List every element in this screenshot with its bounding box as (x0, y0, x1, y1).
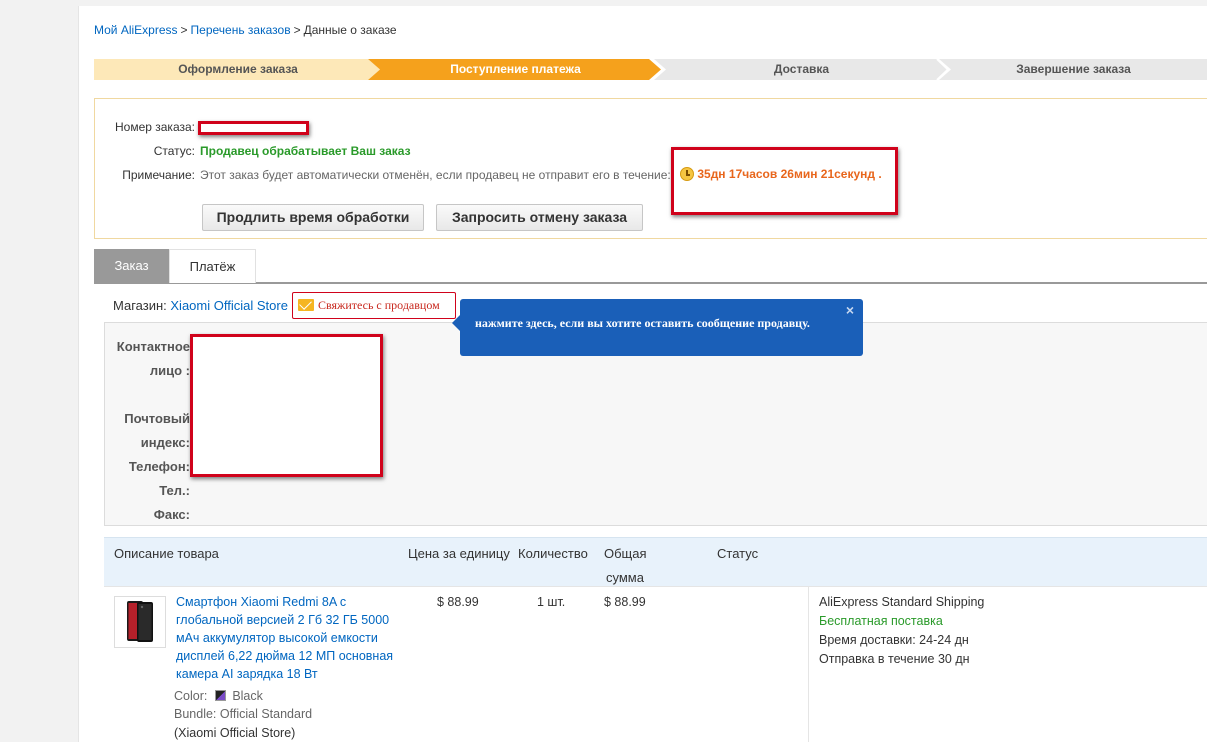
countdown-highlight (671, 147, 898, 215)
step-label: Завершение заказа (1016, 62, 1131, 76)
shipping-info: AliExpress Standard Shipping Бесплатная … (808, 587, 1207, 742)
step-label: Поступление платежа (450, 62, 581, 76)
tab-order[interactable]: Заказ (94, 249, 169, 283)
step-shipping: Доставка (654, 59, 949, 80)
contact-redaction (190, 334, 383, 477)
step-order-complete: Завершение заказа (939, 59, 1207, 80)
tooltip-arrow (452, 315, 460, 331)
clock-icon (680, 167, 694, 181)
tab-payment[interactable]: Платёж (169, 249, 256, 283)
breadcrumb-separator: > (293, 23, 301, 37)
order-number-label: Номер заказа: (114, 120, 195, 134)
breadcrumb-separator: > (180, 23, 188, 37)
contact-seller-label: Свяжитесь с продавцом (318, 298, 440, 312)
color-label: Color: (174, 689, 208, 703)
product-bundle: Bundle: Official Standard (174, 707, 312, 721)
step-order-placed: Оформление заказа (94, 59, 382, 80)
order-progress-steps: Оформление заказа Поступление платежа До… (94, 59, 1207, 80)
bundle-value: Official Standard (219, 707, 313, 721)
contact-seller-button[interactable]: Свяжитесь с продавцом (292, 292, 456, 319)
shop-label: Магазин: (113, 298, 167, 313)
header-total-1: Общая (604, 546, 647, 561)
breadcrumb-current: Данные о заказе (303, 23, 397, 37)
dispatch-value: 30 дн (937, 652, 970, 666)
order-details-page: Мой AliExpress > Перечень заказов > Данные о… (78, 6, 1207, 742)
product-row: Смартфон Xiaomi Redmi 8A с глобальной ве… (104, 586, 1207, 742)
delivery-time-label: Время доставки: (819, 633, 916, 647)
close-icon[interactable]: × (846, 302, 854, 318)
product-color: Color: Black (174, 689, 263, 703)
step-label: Оформление заказа (178, 62, 298, 76)
phone-image-icon (127, 601, 153, 642)
countdown-value: 35дн 17часов 26мин 21секунд (697, 167, 876, 181)
delivery-time-value: 24-24 дн (919, 633, 969, 647)
step-payment-received: Поступление платежа (368, 59, 663, 80)
free-shipping: Бесплатная поставка (819, 614, 943, 628)
order-tabs: Заказ Платёж (94, 249, 1207, 284)
header-unit-price: Цена за единицу (408, 546, 510, 561)
bundle-label: Bundle: (174, 707, 217, 721)
dispatch-time: Отправка в течение 30 дн (819, 652, 970, 666)
fax-label: Факс: (153, 507, 190, 522)
breadcrumb: Мой AliExpress > Перечень заказов > Данные о… (94, 23, 397, 37)
color-value: Black (232, 689, 263, 703)
contact-person-label-2: лицо : (149, 363, 190, 378)
note-label: Примечание: (122, 168, 195, 182)
dispatch-label: Отправка в течение (819, 652, 935, 666)
product-thumbnail[interactable] (114, 596, 166, 648)
tel-label: Тел.: (159, 483, 190, 498)
envelope-icon (298, 299, 314, 311)
shop-link[interactable]: Xiaomi Official Store (170, 298, 288, 313)
product-store: (Xiaomi Official Store) (174, 726, 296, 740)
phone-label: Телефон: (128, 459, 190, 474)
countdown-suffix: . (878, 167, 882, 181)
step-label: Доставка (773, 62, 830, 76)
contact-person-label-1: Контактное (116, 339, 190, 354)
note-text: Этот заказ будет автоматически отменён, … (200, 168, 671, 182)
unit-price: $ 88.99 (437, 595, 479, 609)
product-title-link[interactable]: Смартфон Xiaomi Redmi 8A с глобальной ве… (176, 593, 401, 683)
order-status-panel: Номер заказа: Статус: Продавец обрабатыв… (94, 98, 1207, 239)
breadcrumb-orders-list[interactable]: Перечень заказов (191, 23, 291, 37)
total-price: $ 88.99 (604, 595, 646, 609)
header-description: Описание товара (114, 546, 219, 561)
request-cancellation-button[interactable]: Запросить отмену заказа (436, 204, 643, 231)
breadcrumb-my-aliexpress[interactable]: Мой AliExpress (94, 23, 178, 37)
status-value: Продавец обрабатывает Ваш заказ (200, 144, 411, 158)
contact-seller-tooltip: нажмите здесь, если вы хотите оставить с… (452, 299, 863, 356)
tooltip-text: нажмите здесь, если вы хотите оставить с… (475, 316, 810, 330)
order-number-redaction (198, 121, 309, 135)
extend-processing-button[interactable]: Продлить время обработки (202, 204, 424, 231)
zip-label-1: Почтовый (124, 411, 190, 426)
color-swatch-icon[interactable] (214, 690, 226, 701)
countdown: 35дн 17часов 26мин 21секунд . (680, 167, 882, 181)
shipping-method: AliExpress Standard Shipping (819, 595, 985, 609)
delivery-time: Время доставки: 24-24 дн (819, 633, 969, 647)
shop-row: Магазин: Xiaomi Official Store (113, 298, 288, 313)
header-status: Статус (717, 546, 759, 561)
header-quantity: Количество (518, 546, 588, 561)
products-table-header: Описание товара Цена за единицу Количест… (104, 537, 1207, 586)
quantity: 1 шт. (537, 595, 566, 609)
status-label: Статус: (153, 144, 195, 158)
zip-label-2: индекс: (140, 435, 190, 450)
